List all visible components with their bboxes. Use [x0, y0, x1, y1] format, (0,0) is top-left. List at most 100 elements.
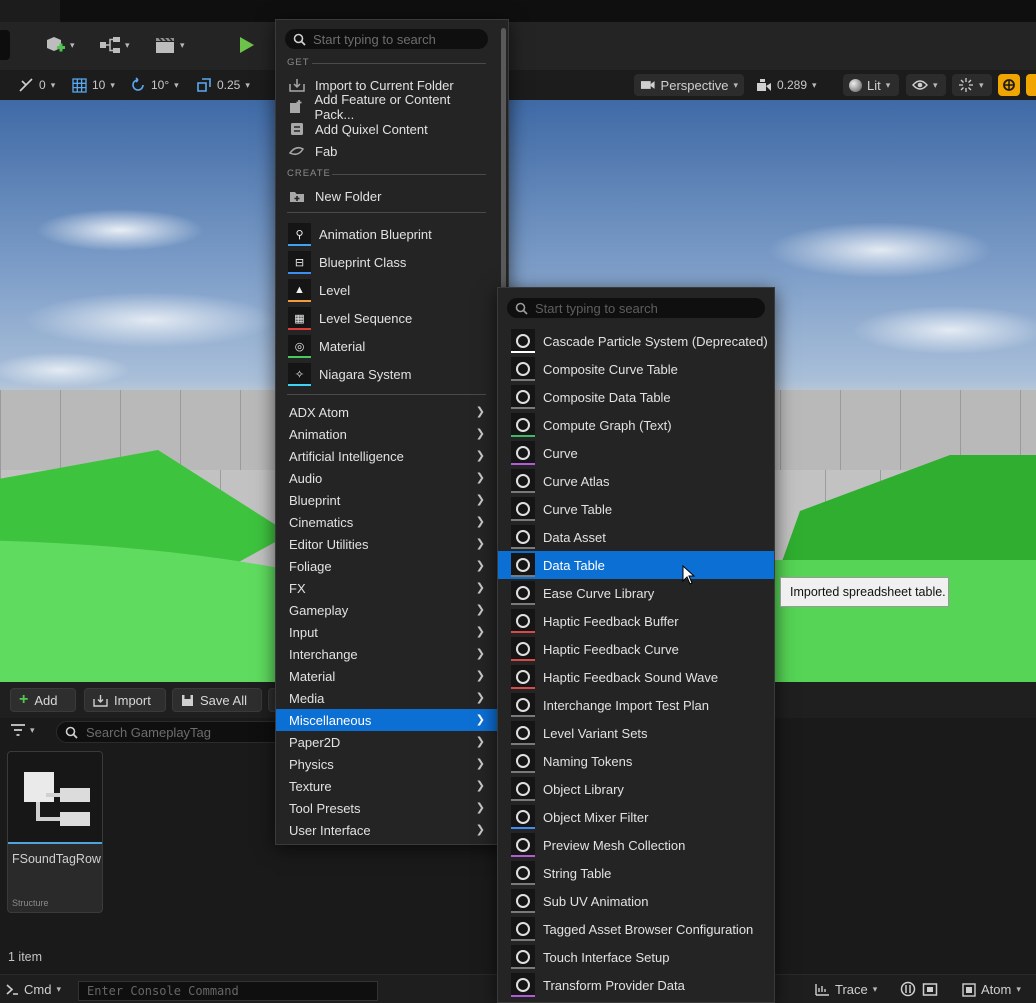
save-icon: [182, 694, 193, 706]
category-fx[interactable]: FX ❯: [276, 577, 497, 599]
submenu-item-compute-graph-text[interactable]: Compute Graph (Text): [498, 411, 774, 439]
category-editor-utilities[interactable]: Editor Utilities ❯: [276, 533, 497, 555]
submenu-item-data-table[interactable]: Data Table: [498, 551, 774, 579]
submenu-item-haptic-feedback-curve[interactable]: Haptic Feedback Curve: [498, 635, 774, 663]
maximize-toggle[interactable]: [1026, 74, 1036, 96]
category-paper2d[interactable]: Paper2D ❯: [276, 731, 497, 753]
chevron-right-icon: ❯: [475, 428, 485, 440]
submenu-item-object-mixer-filter[interactable]: Object Mixer Filter: [498, 803, 774, 831]
submenu-item-preview-mesh-collection[interactable]: Preview Mesh Collection: [498, 831, 774, 859]
chevron-right-icon: ❯: [475, 692, 485, 704]
save-all-button[interactable]: Save All: [172, 688, 262, 712]
import-button[interactable]: Import: [84, 688, 166, 712]
mode-selector[interactable]: [0, 30, 10, 60]
category-cinematics[interactable]: Cinematics ❯: [276, 511, 497, 533]
chevron-right-icon: ❯: [475, 714, 485, 726]
derived-data-button[interactable]: [922, 981, 938, 1000]
menu-item-niagara-system[interactable]: ✧ Niagara System: [288, 362, 488, 386]
menu-item-animation-blueprint[interactable]: ⚲ Animation Blueprint: [288, 222, 488, 246]
submenu-item-transform-provider-data[interactable]: Transform Provider Data: [498, 971, 774, 999]
cinematics-button[interactable]: ▾: [154, 31, 185, 59]
rotation-snap-toggle[interactable]: 10° ▾: [130, 75, 179, 95]
submenu-item-interchange-import-test-plan[interactable]: Interchange Import Test Plan: [498, 691, 774, 719]
category-media[interactable]: Media ❯: [276, 687, 497, 709]
submenu-item-haptic-feedback-sound-wave[interactable]: Haptic Feedback Sound Wave: [498, 663, 774, 691]
show-flags-dropdown[interactable]: ▾: [906, 74, 946, 96]
menu-scrollbar[interactable]: [501, 28, 506, 308]
revision-control-button[interactable]: [900, 981, 916, 1000]
submenu-item-touch-interface-setup[interactable]: Touch Interface Setup: [498, 943, 774, 971]
category-tool-presets[interactable]: Tool Presets ❯: [276, 797, 497, 819]
category-physics[interactable]: Physics ❯: [276, 753, 497, 775]
level-tab[interactable]: [0, 0, 60, 22]
submenu-search-input[interactable]: Start typing to search: [507, 298, 765, 318]
category-gameplay[interactable]: Gameplay ❯: [276, 599, 497, 621]
fab-icon: [288, 143, 305, 159]
fab-item[interactable]: Fab: [288, 141, 488, 161]
chevron-down-icon: ▾: [872, 984, 878, 994]
submenu-item-curve[interactable]: Curve: [498, 439, 774, 467]
category-texture[interactable]: Texture ❯: [276, 775, 497, 797]
main-toolbar: ▾ ▾ ▾: [0, 22, 1036, 70]
menu-item-blueprint-class[interactable]: ⊟ Blueprint Class: [288, 250, 488, 274]
blueprint-button[interactable]: ▾: [99, 31, 130, 59]
camera-speed-button[interactable]: 0.289 ▾: [756, 75, 817, 95]
submenu-item-sub-uv-animation[interactable]: Sub UV Animation: [498, 887, 774, 915]
grid-snap-toggle[interactable]: 10 ▾: [72, 75, 115, 95]
cmd-dropdown[interactable]: Cmd ▾: [6, 982, 61, 997]
view-mode-dropdown[interactable]: Perspective ▾: [634, 74, 744, 96]
new-folder-item[interactable]: New Folder: [288, 186, 488, 206]
submenu-item-naming-tokens[interactable]: Naming Tokens: [498, 747, 774, 775]
surface-snap-toggle[interactable]: 0 ▾: [18, 75, 55, 95]
add-feature-pack-item[interactable]: Add Feature or Content Pack...: [288, 92, 488, 122]
naming-tokens-icon: [511, 749, 535, 773]
game-view-toggle[interactable]: [998, 74, 1020, 96]
submenu-item-object-library[interactable]: Object Library: [498, 775, 774, 803]
asset-tile[interactable]: FSoundTagRow Structure: [7, 751, 103, 913]
submenu-item-haptic-feedback-buffer[interactable]: Haptic Feedback Buffer: [498, 607, 774, 635]
menu-item-level[interactable]: ▲ Level: [288, 278, 488, 302]
category-blueprint[interactable]: Blueprint ❯: [276, 489, 497, 511]
menu-item-label: Level: [319, 282, 351, 298]
menu-item-level-sequence[interactable]: ▦ Level Sequence: [288, 306, 488, 330]
chevron-right-icon: ❯: [475, 670, 485, 682]
lighting-mode-dropdown[interactable]: Lit ▾: [843, 74, 899, 96]
submenu-item-string-table[interactable]: String Table: [498, 859, 774, 887]
submenu-item-cascade-particle-system-deprecated[interactable]: Cascade Particle System (Deprecated): [498, 327, 774, 355]
submenu-item-composite-curve-table[interactable]: Composite Curve Table: [498, 355, 774, 383]
play-button[interactable]: [236, 31, 256, 59]
category-animation[interactable]: Animation ❯: [276, 423, 497, 445]
trace-dropdown[interactable]: Trace ▾: [815, 982, 877, 997]
filter-button[interactable]: ▾: [10, 723, 35, 737]
item-count: 1 item: [8, 950, 43, 964]
add-quixel-content-item[interactable]: Add Quixel Content: [288, 119, 488, 139]
menu-item-material[interactable]: ◎ Material: [288, 334, 488, 358]
category-material[interactable]: Material ❯: [276, 665, 497, 687]
realtime-dropdown[interactable]: ▾: [952, 74, 992, 96]
category-miscellaneous[interactable]: Miscellaneous ❯: [276, 709, 497, 731]
add-actor-button[interactable]: ▾: [44, 31, 75, 59]
category-input[interactable]: Input ❯: [276, 621, 497, 643]
chevron-down-icon: ▾: [245, 79, 250, 90]
submenu-item-level-variant-sets[interactable]: Level Variant Sets: [498, 719, 774, 747]
menu-search-input[interactable]: Start typing to search: [285, 29, 488, 49]
category-artificial-intelligence[interactable]: Artificial Intelligence ❯: [276, 445, 497, 467]
submenu-item-ease-curve-library[interactable]: Ease Curve Library: [498, 579, 774, 607]
chevron-down-icon: ▾: [933, 79, 938, 90]
submenu-item-tagged-asset-browser-configuration[interactable]: Tagged Asset Browser Configuration: [498, 915, 774, 943]
scale-snap-toggle[interactable]: 0.25 ▾: [196, 75, 250, 95]
category-audio[interactable]: Audio ❯: [276, 467, 497, 489]
category-user-interface[interactable]: User Interface ❯: [276, 819, 497, 841]
atom-dropdown[interactable]: Atom ▾: [962, 982, 1021, 997]
submenu-item-curve-table[interactable]: Curve Table: [498, 495, 774, 523]
submenu-item-data-asset[interactable]: Data Asset: [498, 523, 774, 551]
category-interchange[interactable]: Interchange ❯: [276, 643, 497, 665]
category-foliage[interactable]: Foliage ❯: [276, 555, 497, 577]
add-button[interactable]: + Add: [10, 688, 76, 712]
submenu-item-composite-data-table[interactable]: Composite Data Table: [498, 383, 774, 411]
console-command-input[interactable]: Enter Console Command: [78, 981, 378, 1001]
category-adx-atom[interactable]: ADX Atom ❯: [276, 401, 497, 423]
gameplaytag-search-input[interactable]: Search GameplayTag: [56, 721, 286, 743]
submenu-item-curve-atlas[interactable]: Curve Atlas: [498, 467, 774, 495]
chevron-right-icon: ❯: [475, 824, 485, 836]
